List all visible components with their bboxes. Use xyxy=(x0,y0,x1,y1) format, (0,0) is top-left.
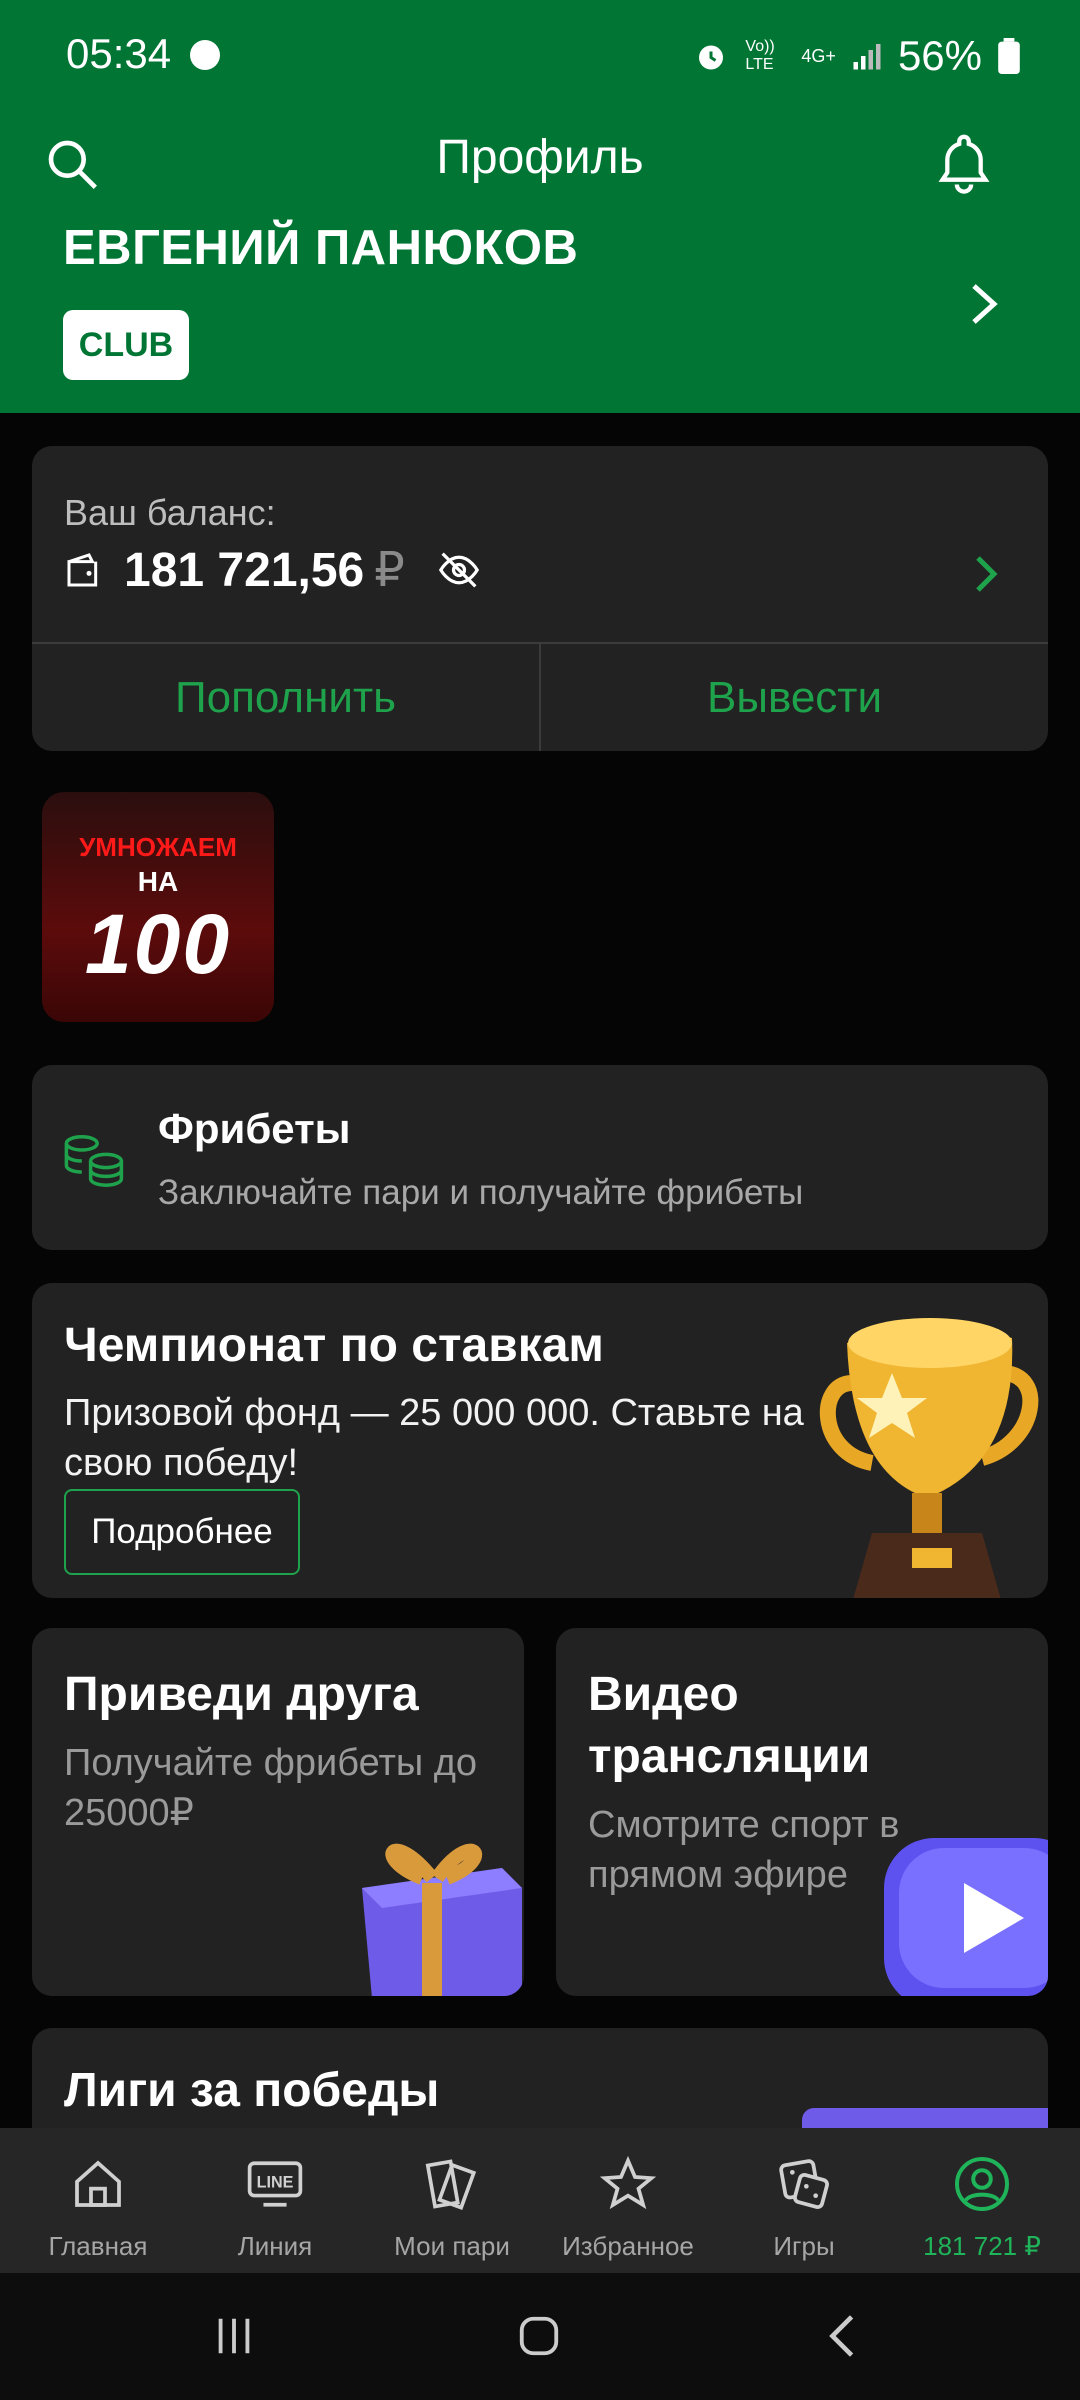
home-icon xyxy=(75,2160,121,2207)
nav-profile[interactable]: 181 721 ₽ xyxy=(894,2128,1070,2273)
chevron-right-icon[interactable] xyxy=(970,282,998,326)
bell-icon[interactable] xyxy=(935,132,993,194)
recent-apps-icon[interactable] xyxy=(210,2313,258,2359)
back-icon[interactable] xyxy=(822,2313,862,2359)
freebets-title: Фрибеты xyxy=(158,1105,351,1152)
nav-label: Игры xyxy=(773,2231,835,2261)
wallet-icon xyxy=(67,553,98,587)
freebets-card[interactable]: Фрибеты Заключайте пари и получайте фриб… xyxy=(32,1065,1048,1250)
profile-header: 05:34 Vo)) LTE 4G+ 56% Профиль ЕВГЕНИЙ П… xyxy=(0,0,1080,413)
profile-icon xyxy=(955,2157,1009,2211)
alarm-icon xyxy=(699,45,724,70)
signal-icon xyxy=(853,44,881,70)
svg-text:LINE: LINE xyxy=(257,2173,294,2191)
details-button[interactable]: Подробнее xyxy=(64,1489,300,1575)
balance-chevron-icon[interactable] xyxy=(974,554,998,594)
balance-amount: 181 721,56 xyxy=(124,543,365,597)
championship-title: Чемпионат по ставкам xyxy=(64,1319,604,1372)
promo-story-tile[interactable]: УМНОЖАЕМ НА 100 xyxy=(42,792,274,1022)
status-bar-right: Vo)) LTE 4G+ 56% xyxy=(693,32,1020,80)
trophy-icon xyxy=(819,1318,1039,1598)
video-streams-card[interactable]: Видео трансляции Смотрите спорт в прямом… xyxy=(556,1628,1048,1996)
nav-line[interactable]: LINE Линия xyxy=(187,2128,363,2273)
club-badge: CLUB xyxy=(63,310,189,380)
nav-label: Избранное xyxy=(562,2231,694,2261)
app-notification-icon xyxy=(190,40,220,70)
leagues-title: Лиги за победы xyxy=(64,2064,440,2117)
nav-label: Мои пари xyxy=(394,2231,510,2261)
video-title: Видео трансляции xyxy=(588,1668,871,1783)
nav-home[interactable]: Главная xyxy=(10,2128,186,2273)
network-indicator: 4G+ xyxy=(801,45,836,66)
user-name[interactable]: ЕВГЕНИЙ ПАНЮКОВ xyxy=(63,220,578,276)
nav-label: Линия xyxy=(237,2231,313,2261)
nav-label: Главная xyxy=(48,2231,148,2261)
coins-icon xyxy=(64,1135,124,1187)
star-icon xyxy=(600,2156,656,2210)
balance-label: Ваш баланс: xyxy=(64,492,276,533)
line-icon: LINE xyxy=(247,2161,303,2207)
system-navigation-bar xyxy=(0,2273,1080,2400)
balance-currency: ₽ xyxy=(374,544,405,597)
battery-percent: 56% xyxy=(897,32,982,79)
promo-line2: НА xyxy=(137,866,179,897)
refer-friend-card[interactable]: Приведи друга Получайте фрибеты до 25000… xyxy=(32,1628,524,1996)
promo-line3: 100 xyxy=(84,897,232,991)
withdraw-button[interactable]: Вывести xyxy=(541,644,1048,751)
bottom-navigation: Главная LINE Линия Мои пари Избранное Иг… xyxy=(0,2128,1080,2273)
volte-indicator: Vo)) LTE xyxy=(745,38,775,73)
nav-my-bets[interactable]: Мои пари xyxy=(364,2128,540,2273)
eye-off-icon[interactable] xyxy=(437,550,481,590)
tickets-icon xyxy=(425,2159,477,2210)
freebets-subtitle: Заключайте пари и получайте фрибеты xyxy=(158,1173,804,1212)
promo-line1: УМНОЖАЕМ xyxy=(79,832,237,862)
home-button-icon[interactable] xyxy=(516,2313,562,2359)
leagues-card[interactable]: Лиги за победы xyxy=(32,2028,1048,2128)
play-icon xyxy=(884,1838,1048,1996)
nav-label-balance: 181 721 ₽ xyxy=(923,2231,1041,2261)
referral-title: Приведи друга xyxy=(64,1668,419,1721)
nav-games[interactable]: Игры xyxy=(716,2128,892,2273)
balance-row[interactable]: 181 721,56 ₽ xyxy=(64,542,481,598)
status-time: 05:34 xyxy=(66,30,172,77)
nav-favorites[interactable]: Избранное xyxy=(540,2128,716,2273)
deposit-button[interactable]: Пополнить xyxy=(32,644,539,751)
championship-card[interactable]: Чемпионат по ставкам Призовой фонд — 25 … xyxy=(32,1283,1048,1598)
dice-icon xyxy=(779,2159,829,2209)
leagues-illustration xyxy=(802,2108,1048,2128)
championship-text: Призовой фонд — 25 000 000. Ставьте на с… xyxy=(64,1392,804,1484)
page-title: Профиль xyxy=(436,131,644,184)
balance-card: Ваш баланс: 181 721,56 ₽ Пополнить Вывес… xyxy=(32,446,1048,751)
gift-icon xyxy=(362,1843,522,1996)
battery-icon xyxy=(998,38,1020,74)
referral-subtitle: Получайте фрибеты до 25000₽ xyxy=(64,1742,478,1834)
